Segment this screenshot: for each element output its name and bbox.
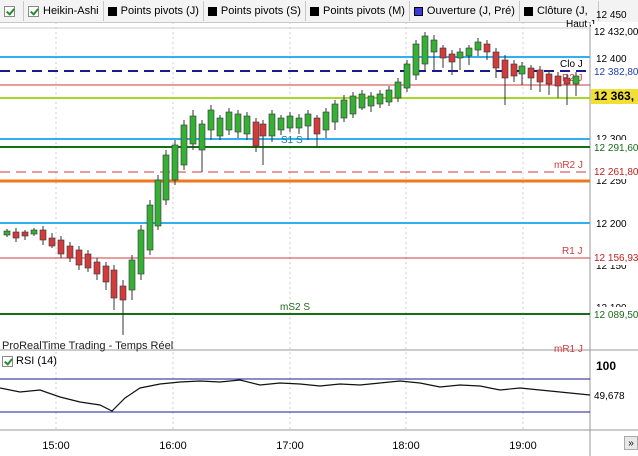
candle-body	[322, 111, 330, 131]
candle-body	[367, 95, 375, 107]
candle-body	[394, 81, 402, 99]
candle-body	[331, 103, 339, 123]
candle-body	[252, 121, 260, 147]
candle-body	[39, 229, 47, 241]
candle-body	[572, 75, 580, 85]
candle-body	[448, 53, 456, 63]
rsi-label-text: RSI (14)	[16, 355, 57, 367]
candle-body	[295, 117, 303, 129]
candle-body	[225, 111, 233, 131]
candle-body	[527, 67, 535, 79]
rsi-value-label: 49,678	[594, 391, 625, 402]
candle-body	[128, 259, 136, 291]
candle-body	[119, 285, 127, 301]
candle-body	[492, 51, 500, 69]
price-tag-label: 12 261,80	[594, 167, 638, 178]
candle-body	[385, 89, 393, 103]
price-tag-label: 12 432,00	[594, 27, 638, 38]
time-axis-label: 19:00	[509, 440, 537, 452]
candle-body	[349, 95, 357, 115]
candle-body	[189, 115, 197, 145]
candle-body	[154, 179, 162, 227]
r1-j-label: R1 J	[562, 246, 583, 257]
candle-body	[439, 47, 447, 59]
candle-body	[474, 41, 482, 51]
mr1-j-label: mR1 J	[554, 344, 583, 355]
price-tag-label: 12 291,60	[594, 143, 638, 154]
candle-body	[259, 123, 267, 137]
candle-body	[216, 117, 224, 137]
candle-body	[430, 39, 438, 53]
candle-body	[137, 229, 145, 275]
candle-body	[412, 43, 420, 76]
candle-body	[554, 75, 562, 87]
mr2-j-label: mR2 J	[554, 160, 583, 171]
price-tick-label: 12 450	[596, 10, 627, 21]
candle-body	[501, 59, 509, 79]
candle-body	[3, 230, 11, 236]
candle-body	[403, 63, 411, 89]
time-axis-label: 16:00	[159, 440, 187, 452]
candle-body	[518, 65, 526, 75]
candle-body	[376, 93, 384, 105]
time-axis-label: 17:00	[276, 440, 304, 452]
candle-body	[421, 35, 429, 65]
candle-body	[57, 239, 65, 255]
time-axis-label: 15:00	[42, 440, 70, 452]
candle-body	[198, 123, 206, 151]
candle-body	[21, 231, 29, 237]
price-tag-label: 12 363,	[594, 89, 634, 103]
price-tick-label: 12 200	[596, 219, 627, 230]
candle-body	[536, 69, 544, 83]
candle-body	[243, 115, 251, 135]
candle-body	[465, 47, 473, 57]
candle-body	[268, 113, 276, 137]
clo-j-label: Clo J	[560, 59, 583, 70]
candle-body	[545, 73, 553, 85]
price-tag-label: 12 156,93	[594, 253, 638, 264]
price-tick-label: 12 400	[596, 54, 627, 65]
candle-body	[30, 229, 38, 235]
candle-body	[93, 261, 101, 275]
scroll-right-button[interactable]: »	[624, 436, 638, 450]
candle-body	[304, 113, 312, 127]
candle-body	[358, 93, 366, 109]
candle-body	[313, 117, 321, 135]
rsi-checkbox[interactable]	[2, 355, 13, 367]
candle-body	[110, 269, 118, 299]
ms2-s-label: mS2 S	[280, 302, 310, 313]
candle-body	[510, 63, 518, 77]
candle-body	[12, 231, 20, 239]
candle-body	[66, 245, 74, 259]
candle-body	[75, 249, 83, 266]
candle-body	[84, 253, 92, 269]
price-tag-label: 12 089,50	[594, 310, 638, 321]
candle-body	[180, 124, 188, 166]
platform-watermark: ProRealTime Trading - Temps Réel	[2, 340, 174, 352]
candle-body	[286, 115, 294, 129]
candle-body	[483, 43, 491, 53]
candle-body	[171, 144, 179, 181]
rsi-indicator-label[interactable]: RSI (14)	[2, 355, 57, 367]
candle-body	[234, 113, 242, 133]
candle-body	[162, 154, 170, 201]
price-tag-label: 12 382,80	[594, 67, 638, 78]
candle-body	[456, 51, 464, 59]
candle-body	[563, 77, 571, 85]
candle-body	[340, 99, 348, 119]
rsi-axis-100: 100	[596, 359, 616, 373]
price-chart: Haut JClo JR2 JS1 SmR2 JR1 JmS2 SmR1 J12…	[0, 10, 638, 456]
haut-j-label: Haut J	[566, 19, 595, 30]
candle-body	[207, 109, 215, 131]
candle-body	[48, 237, 56, 247]
candle-body	[146, 204, 154, 251]
candle-body	[102, 265, 110, 283]
rsi-line	[0, 379, 591, 412]
candle-body	[277, 117, 285, 131]
s1-s-label: S1 S	[281, 135, 303, 146]
time-axis-label: 18:00	[392, 440, 420, 452]
